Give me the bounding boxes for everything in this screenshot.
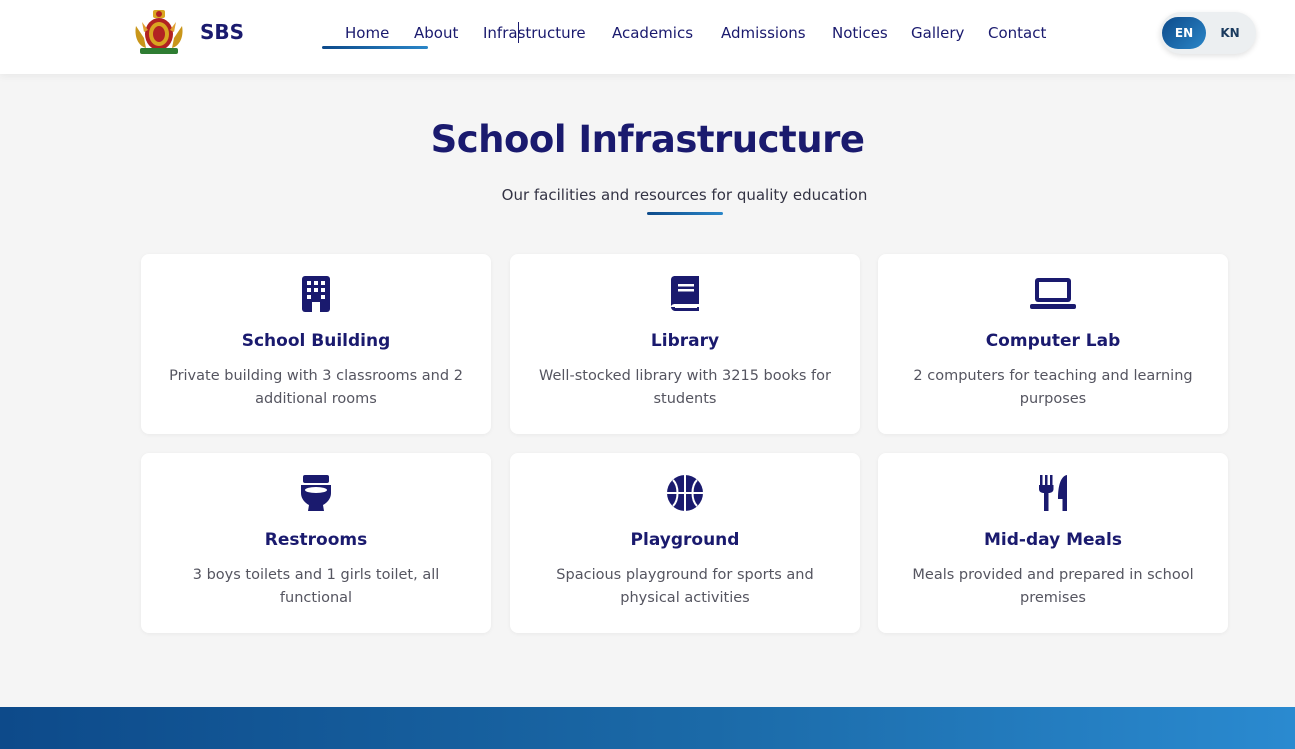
text-cursor [518, 22, 519, 43]
card-description: Meals provided and prepared in school pr… [912, 567, 1194, 606]
card-title: Computer Lab [985, 331, 1121, 351]
footer-banner [0, 707, 1295, 749]
card-title: Mid-day Meals [984, 530, 1122, 550]
site-header: SBS Home About Infrastructure Academics … [0, 0, 1295, 74]
nav-contact[interactable]: Contact [988, 24, 1046, 42]
card-title: School Building [241, 331, 391, 351]
nav-home[interactable]: Home [345, 24, 389, 42]
nav-gallery[interactable]: Gallery [911, 24, 964, 42]
card-description: 2 computers for teaching and learning pu… [913, 368, 1193, 407]
card-title: Playground [630, 530, 740, 550]
book-icon [671, 276, 699, 311]
facility-card-computer-lab: Computer Lab 2 computers for teaching an… [878, 254, 1228, 434]
laptop-icon [1030, 278, 1076, 309]
language-toggle: EN KN [1160, 12, 1256, 54]
page-title: School Infrastructure [430, 118, 865, 161]
nav-about[interactable]: About [414, 24, 458, 42]
nav-notices[interactable]: Notices [832, 24, 888, 42]
building-icon [302, 276, 330, 312]
card-title: Library [650, 331, 720, 351]
card-description: Private building with 3 classrooms and 2… [169, 368, 463, 407]
card-description: Spacious playground for sports and physi… [556, 567, 814, 606]
basketball-icon [667, 475, 703, 511]
page-subtitle: Our facilities and resources for quality… [501, 186, 868, 204]
nav-admissions[interactable]: Admissions [721, 24, 806, 42]
toilet-icon [301, 475, 331, 511]
card-title: Restrooms [264, 530, 368, 550]
lang-en-button[interactable]: EN [1162, 17, 1206, 49]
card-description: Well-stocked library with 3215 books for… [539, 368, 831, 407]
title-underline [647, 212, 723, 215]
lang-kn-button[interactable]: KN [1208, 17, 1252, 49]
active-nav-indicator [322, 46, 428, 49]
main-nav: Home About Infrastructure Academics Admi… [0, 24, 1295, 46]
facility-card-school-building: School Building Private building with 3 … [141, 254, 491, 434]
facility-card-library: Library Well-stocked library with 3215 b… [510, 254, 860, 434]
facility-card-playground: Playground Spacious playground for sport… [510, 453, 860, 633]
nav-academics[interactable]: Academics [612, 24, 693, 42]
utensils-icon [1039, 475, 1067, 511]
card-description: 3 boys toilets and 1 girls toilet, all f… [192, 567, 440, 606]
nav-infrastructure[interactable]: Infrastructure [483, 24, 586, 42]
facility-card-restrooms: Restrooms 3 boys toilets and 1 girls toi… [141, 453, 491, 633]
facility-card-mid-day-meals: Mid-day Meals Meals provided and prepare… [878, 453, 1228, 633]
